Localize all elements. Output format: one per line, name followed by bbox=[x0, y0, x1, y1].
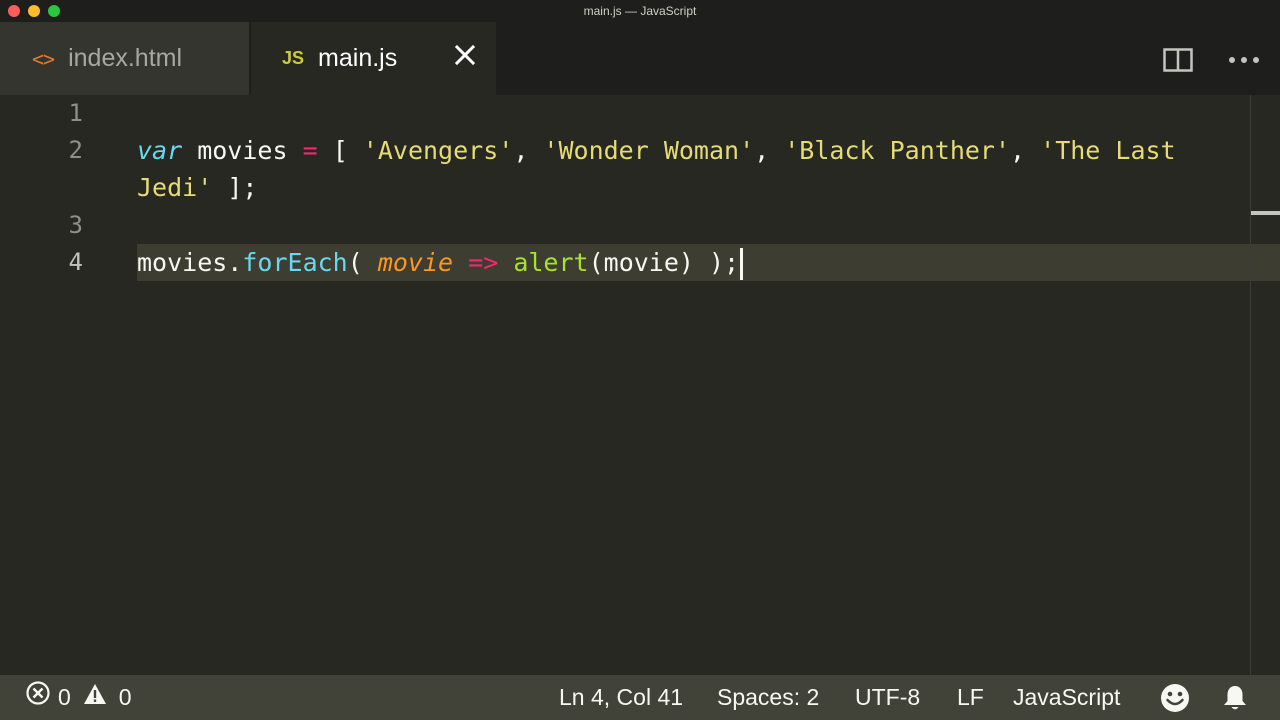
tab-main-js[interactable]: JS main.js bbox=[251, 22, 496, 95]
function-call-token: alert bbox=[513, 248, 589, 277]
window-title: main.js — JavaScript bbox=[583, 4, 697, 18]
string-token: 'Wonder Woman' bbox=[543, 136, 755, 165]
problems-indicator[interactable]: 0 0 bbox=[26, 675, 132, 720]
warning-icon bbox=[83, 675, 107, 720]
identifier-token: movies bbox=[182, 136, 303, 165]
smiley-icon[interactable] bbox=[1160, 675, 1190, 720]
code-line-2: var movies = [ 'Avengers', 'Wonder Woman… bbox=[137, 132, 1176, 169]
status-bar: 0 0 Ln 4, Col 41 Spaces: 2 UTF-8 LF Java… bbox=[0, 675, 1280, 720]
close-tab-icon[interactable] bbox=[452, 44, 478, 70]
identifier-token: movies. bbox=[137, 248, 243, 277]
overview-ruler-cursor-mark bbox=[1251, 211, 1280, 215]
encoding-setting[interactable]: UTF-8 bbox=[855, 675, 920, 720]
text-cursor bbox=[740, 248, 744, 280]
more-actions-icon[interactable] bbox=[1228, 48, 1260, 72]
punctuation-token: , bbox=[754, 136, 785, 165]
cursor-position[interactable]: Ln 4, Col 41 bbox=[559, 675, 683, 720]
warning-count: 0 bbox=[118, 684, 132, 710]
error-icon bbox=[26, 675, 50, 720]
line-number-gutter: 1 2 3 4 bbox=[0, 95, 110, 675]
line-number-current: 4 bbox=[68, 248, 83, 276]
punctuation-token: [ bbox=[317, 136, 363, 165]
split-editor-icon[interactable] bbox=[1163, 48, 1193, 72]
tab-bar: <> index.html JS main.js bbox=[0, 22, 1280, 95]
js-file-icon: JS bbox=[282, 48, 305, 68]
close-window-button[interactable] bbox=[8, 5, 20, 17]
punctuation-token: , bbox=[1010, 136, 1041, 165]
string-token: 'The Last bbox=[1040, 136, 1176, 165]
line-number: 1 bbox=[68, 99, 83, 127]
string-token: 'Avengers' bbox=[362, 136, 514, 165]
vertical-scrollbar[interactable] bbox=[1250, 95, 1251, 675]
code-line-2-wrap: Jedi' ]; bbox=[137, 169, 257, 206]
maximize-window-button[interactable] bbox=[48, 5, 60, 17]
tab-label: index.html bbox=[68, 44, 183, 72]
language-mode[interactable]: JavaScript bbox=[1013, 675, 1120, 720]
parameter-token: movie bbox=[377, 248, 454, 277]
arrow-operator-token: => bbox=[468, 248, 499, 277]
string-token: Jedi' bbox=[137, 173, 213, 202]
punctuation-token: ( bbox=[347, 248, 378, 277]
operator-token: = bbox=[302, 136, 318, 165]
method-token: forEach bbox=[242, 248, 348, 277]
code-editor[interactable]: 1 2 3 4 var movies = [ 'Avengers', 'Wond… bbox=[0, 95, 1280, 675]
punctuation-token: ]; bbox=[212, 173, 258, 202]
code-line-4: movies.forEach( movie => alert(movie) ); bbox=[137, 244, 744, 281]
html-code-icon: <> bbox=[32, 46, 55, 71]
string-token: 'Black Panther' bbox=[784, 136, 1011, 165]
minimize-window-button[interactable] bbox=[28, 5, 40, 17]
end-of-line-setting[interactable]: LF bbox=[957, 675, 984, 720]
indentation-setting[interactable]: Spaces: 2 bbox=[717, 675, 819, 720]
line-number: 3 bbox=[68, 211, 83, 239]
error-count: 0 bbox=[58, 684, 71, 710]
bell-icon[interactable] bbox=[1222, 675, 1248, 720]
tab-label: main.js bbox=[318, 44, 398, 72]
keyword-token: var bbox=[137, 136, 183, 165]
line-number: 2 bbox=[68, 136, 83, 164]
title-bar: main.js — JavaScript bbox=[0, 0, 1280, 22]
tab-index-html[interactable]: <> index.html bbox=[0, 22, 249, 95]
punctuation-token: (movie) ); bbox=[588, 248, 740, 277]
punctuation-token: , bbox=[513, 136, 544, 165]
